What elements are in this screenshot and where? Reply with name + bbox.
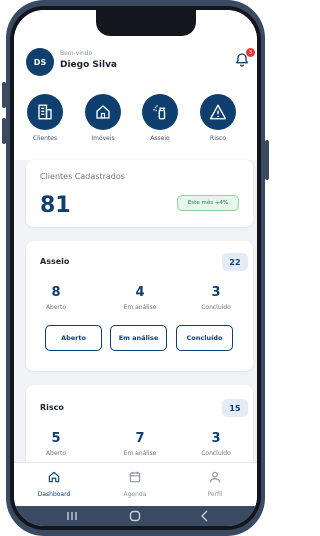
risco-card-title: Risco <box>40 403 64 412</box>
tab-agenda[interactable]: Agenda <box>105 469 165 498</box>
quick-action-imoveis[interactable]: Imóveis <box>75 94 131 142</box>
spray-bottle-icon <box>153 105 166 120</box>
risco-stat-concluido: 3 Concluído <box>186 431 246 457</box>
clients-card-title: Clientes Cadastrados <box>40 172 125 181</box>
quick-action-circle <box>200 94 236 130</box>
system-nav-bar <box>14 506 257 526</box>
stat-label: Concluído <box>201 304 231 311</box>
avatar[interactable]: DS <box>26 48 54 76</box>
app-screen: DS Bem-vindo Diego Silva 3 Clientes Imóv… <box>14 10 257 526</box>
asseio-total-badge: 22 <box>222 253 248 271</box>
asseio-stat-em-analise: 4 Em análise <box>110 285 170 311</box>
tab-label: Perfil <box>207 491 223 498</box>
user-icon <box>209 471 221 483</box>
phone-bezel: DS Bem-vindo Diego Silva 3 Clientes Imóv… <box>10 6 261 530</box>
home-nav-icon[interactable] <box>129 510 141 522</box>
back-icon[interactable] <box>200 510 210 522</box>
calendar-icon <box>129 471 141 483</box>
stat-label: Aberto <box>45 450 67 457</box>
house-icon <box>96 105 110 119</box>
filter-aberto-button[interactable]: Aberto <box>45 325 102 351</box>
asseio-stat-concluido: 3 Concluído <box>186 285 246 311</box>
welcome-text: Bem-vindo <box>60 50 93 57</box>
tab-label: Dashboard <box>37 491 71 498</box>
stat-value: 4 <box>135 285 145 300</box>
side-button-left <box>2 82 6 108</box>
filter-em-analise-button[interactable]: Em análise <box>110 325 167 351</box>
side-button-right <box>265 140 269 180</box>
tab-dashboard[interactable]: Dashboard <box>24 469 84 498</box>
asseio-card-title: Asseio <box>40 257 70 266</box>
recents-icon[interactable] <box>66 511 78 521</box>
clients-count: 81 <box>40 193 71 218</box>
stat-value: 7 <box>135 431 145 446</box>
tab-label: Agenda <box>123 491 147 498</box>
quick-action-label: Risco <box>210 135 226 142</box>
clients-card: Clientes Cadastrados 81 Este mês +4% <box>26 160 253 227</box>
asseio-stat-aberto: 8 Aberto <box>26 285 86 311</box>
quick-action-label: Asseio <box>150 135 170 142</box>
user-name: Diego Silva <box>60 60 118 70</box>
stat-value: 3 <box>211 285 221 300</box>
filter-concluido-button[interactable]: Concluído <box>176 325 233 351</box>
stat-value: 3 <box>211 431 221 446</box>
building-icon <box>38 104 52 120</box>
bottom-tab-bar: Dashboard Agenda Perfil <box>14 462 257 507</box>
stat-label: Em análise <box>123 304 157 311</box>
quick-action-circle <box>85 94 121 130</box>
quick-action-label: Imóveis <box>91 135 115 142</box>
home-icon <box>48 471 60 483</box>
risco-total-badge: 15 <box>222 399 248 417</box>
quick-action-clientes[interactable]: Clientes <box>17 94 73 142</box>
stat-label: Em análise <box>123 450 157 457</box>
trend-badge: Este mês +4% <box>177 195 239 211</box>
risco-stat-em-analise: 7 Em análise <box>110 431 170 457</box>
asseio-card: Asseio 22 8 Aberto 4 Em análise 3 Conclu… <box>26 241 253 371</box>
stat-label: Aberto <box>45 304 67 311</box>
side-button-left-2 <box>2 118 6 144</box>
stat-value: 8 <box>51 285 61 300</box>
notification-badge: 3 <box>246 48 255 57</box>
stat-value: 5 <box>51 431 61 446</box>
quick-action-label: Clientes <box>32 135 58 142</box>
quick-action-circle <box>142 94 178 130</box>
camera-notch <box>96 10 196 36</box>
risco-stat-aberto: 5 Aberto <box>26 431 86 457</box>
tab-perfil[interactable]: Perfil <box>185 469 245 498</box>
stat-label: Concluído <box>201 450 231 457</box>
quick-action-asseio[interactable]: Asseio <box>132 94 188 142</box>
quick-action-risco[interactable]: Risco <box>190 94 246 142</box>
warning-icon <box>209 104 227 120</box>
quick-action-circle <box>27 94 63 130</box>
